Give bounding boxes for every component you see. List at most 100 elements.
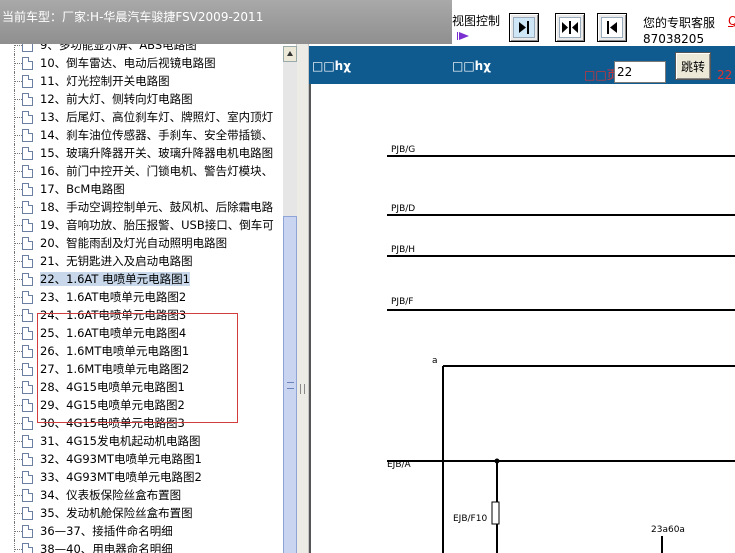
view-left-button[interactable]	[597, 13, 627, 42]
tree-item-label: 33、4G93MT电喷单元电路图2	[40, 470, 202, 484]
service-label: 您的专职客服	[643, 16, 716, 30]
document-icon	[22, 255, 33, 268]
scroll-up-icon[interactable]	[283, 46, 297, 62]
view-both-button[interactable]	[555, 13, 585, 42]
expand-left-icon	[607, 21, 617, 34]
tree-line	[14, 225, 22, 226]
tree-line	[14, 153, 22, 154]
tree-item[interactable]: 36—37、接插件命名明细	[0, 522, 283, 540]
document-icon	[22, 435, 33, 448]
tree-item[interactable]: 32、4G93MT电喷单元电路图1	[0, 450, 283, 468]
app-window: 当前车型：厂家:H-华晨汽车骏捷FSV2009-2011 视图控制 您的专职客服…	[0, 0, 735, 553]
top-bar: 当前车型：厂家:H-华晨汽车骏捷FSV2009-2011 视图控制 您的专职客服…	[0, 0, 735, 46]
tree-item[interactable]: 11、灯光控制开关电路图	[0, 72, 283, 90]
tree-item[interactable]: 10、倒车雷达、电动后视镜电路图	[0, 54, 283, 72]
document-icon	[22, 129, 33, 142]
tree-line	[14, 369, 22, 370]
sidebar-scrollbar[interactable]	[283, 46, 297, 553]
service-link[interactable]: Q	[728, 14, 735, 28]
nav-tab-prev[interactable]: □□hχ	[312, 59, 351, 73]
expand-right-icon	[519, 21, 529, 34]
tree-line	[14, 423, 22, 424]
tree-item[interactable]: 16、前门中控开关、门锁电机、警告灯模块、	[0, 162, 283, 180]
page-number-input[interactable]	[614, 61, 666, 83]
document-icon	[22, 183, 33, 196]
tree-item-label: 16、前门中控开关、门锁电机、警告灯模块、	[40, 164, 274, 178]
nav-tab-next[interactable]: □□hχ	[452, 59, 491, 73]
document-icon	[22, 327, 33, 340]
page-count: 22	[717, 68, 733, 82]
document-icon	[22, 44, 33, 52]
fuse-label-f10: EJB/F10	[453, 514, 487, 524]
tree-item[interactable]: 21、无钥匙进入及启动电路图	[0, 252, 283, 270]
tree-item[interactable]: 17、BcM电路图	[0, 180, 283, 198]
tree-item[interactable]: 38—40、用电器命名明细	[0, 540, 283, 553]
split-view-icon	[562, 21, 578, 34]
tree-item[interactable]: 29、4G15电喷单元电路图2	[0, 396, 283, 414]
tree-line	[14, 171, 22, 172]
document-icon	[22, 489, 33, 502]
tree-item[interactable]: 28、4G15电喷单元电路图1	[0, 378, 283, 396]
document-icon	[22, 453, 33, 466]
tree-item-label: 25、1.6AT电喷单元电路图4	[40, 326, 187, 340]
tree-line	[14, 99, 22, 100]
tree-item[interactable]: 22、1.6AT 电喷单元电路图1	[0, 270, 283, 288]
tree-item[interactable]: 35、发动机舱保险丝盒布置图	[0, 504, 283, 522]
splitter-grip-icon	[300, 384, 305, 394]
view-control-label: 视图控制	[452, 14, 501, 28]
tree-item[interactable]: 12、前大灯、侧转向灯电路图	[0, 90, 283, 108]
tree-item-label: 19、音响功放、胎压报警、USB接口、倒车可	[40, 218, 274, 232]
document-icon	[22, 507, 33, 520]
document-icon	[22, 165, 33, 178]
document-icon	[22, 147, 33, 160]
view-arrow-icon	[457, 32, 469, 40]
tree-item[interactable]: 26、1.6MT电喷单元电路图1	[0, 342, 283, 360]
tree-item[interactable]: 9、多功能显示屏、ABS电路图	[0, 44, 283, 54]
tree-item-label: 36—37、接插件命名明细	[40, 524, 173, 538]
document-icon	[22, 111, 33, 124]
tree-item[interactable]: 15、玻璃升降器开关、玻璃升降器电机电路图	[0, 144, 283, 162]
document-icon	[22, 309, 33, 322]
grip-icon	[287, 382, 294, 389]
tree-line	[14, 135, 22, 136]
tree-item-label: 12、前大灯、侧转向灯电路图	[40, 92, 193, 106]
tree-item[interactable]: 18、手动空调控制单元、鼓风机、后除霜电路	[0, 198, 283, 216]
node-label-a: a	[432, 356, 438, 366]
tree-line	[14, 81, 22, 82]
tree-item-label: 34、仪表板保险丝盒布置图	[40, 488, 182, 502]
scrollbar-thumb[interactable]	[283, 216, 297, 553]
tree-item[interactable]: 24、1.6AT电喷单元电路图3	[0, 306, 283, 324]
tree-line	[14, 45, 22, 46]
tree-line	[14, 63, 22, 64]
tree-line	[14, 243, 22, 244]
tree-item[interactable]: 30、4G15电喷单元电路图3	[0, 414, 283, 432]
tree-item[interactable]: 25、1.6AT电喷单元电路图4	[0, 324, 283, 342]
tree-item[interactable]: 33、4G93MT电喷单元电路图2	[0, 468, 283, 486]
tree-line	[14, 549, 22, 550]
tree-line	[14, 477, 22, 478]
tree-item[interactable]: 23、1.6AT电喷单元电路图2	[0, 288, 283, 306]
wire-label-pjb-d: PJB/D	[391, 204, 415, 214]
tree-item-label: 35、发动机舱保险丝盒布置图	[40, 506, 193, 520]
tree-item[interactable]: 31、4G15发电机起动机电路图	[0, 432, 283, 450]
view-right-button[interactable]	[509, 13, 539, 42]
pane-splitter[interactable]	[297, 44, 309, 553]
tree-item[interactable]: 27、1.6MT电喷单元电路图2	[0, 360, 283, 378]
tree-item[interactable]: 19、音响功放、胎压报警、USB接口、倒车可	[0, 216, 283, 234]
tree-item[interactable]: 14、刹车油位传感器、手刹车、安全带插锁、	[0, 126, 283, 144]
document-icon	[22, 363, 33, 376]
tree-item[interactable]: 20、智能雨刮及灯光自动照明电路图	[0, 234, 283, 252]
tree-line	[14, 207, 22, 208]
jump-button[interactable]: 跳转	[675, 52, 711, 80]
tree-line	[14, 441, 22, 442]
document-icon	[22, 399, 33, 412]
sidebar-tree: 9、多功能显示屏、ABS电路图 10、倒车雷达、电动后视镜电路图 11、灯光控制开关…	[0, 44, 297, 553]
wire-label-ejb-a: EJB/A	[387, 460, 412, 470]
tree-item[interactable]: 34、仪表板保险丝盒布置图	[0, 486, 283, 504]
circuit-diagram: PJB/G PJB/D PJB/H PJB/F a EJB/A EJB/F10 …	[309, 84, 735, 553]
tree-item-label: 22、1.6AT 电喷单元电路图1	[40, 272, 190, 286]
fuse-f10	[491, 501, 500, 525]
tree-item[interactable]: 13、后尾灯、高位刹车灯、牌照灯、室内顶灯	[0, 108, 283, 126]
tree-line	[14, 405, 22, 406]
document-icon	[22, 219, 33, 232]
